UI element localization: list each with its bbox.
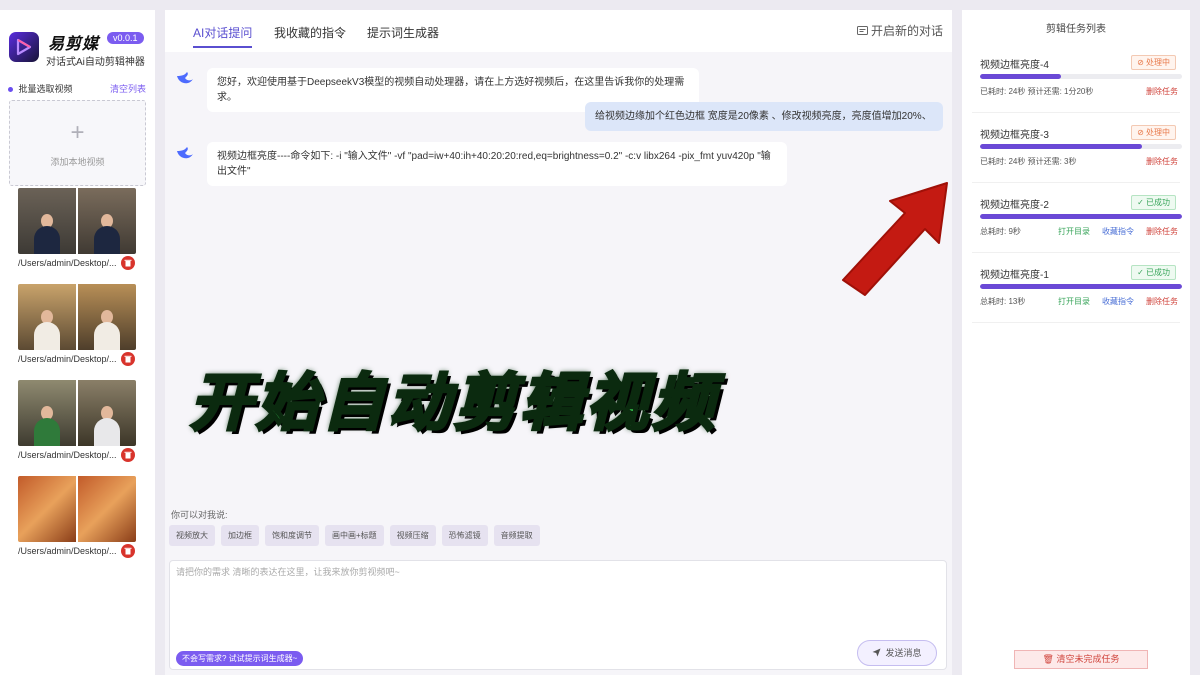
delete-video-button[interactable]	[121, 352, 135, 366]
trash-icon	[124, 259, 132, 267]
task-time: 已耗时: 24秒 预计还需: 3秒	[980, 157, 1077, 166]
overlay-caption: 开始自动剪辑视频	[188, 368, 719, 440]
task-name: 视频边框亮度-2	[980, 200, 1049, 211]
video-thumbnail[interactable]	[18, 476, 136, 542]
status-badge: ⊘ 处理中	[1131, 55, 1176, 70]
add-local-video-label: 添加本地视频	[50, 157, 105, 167]
save-command-button[interactable]: 收藏指令	[1102, 226, 1134, 237]
app-tagline: 对话式Ai自动剪辑神器	[46, 57, 145, 68]
message-input[interactable]	[170, 561, 946, 641]
trash-icon	[124, 547, 132, 555]
task-time: 总耗时: 13秒	[980, 297, 1026, 306]
new-chat-button[interactable]: 开启新的对话	[856, 22, 943, 39]
task-list-title: 剪辑任务列表	[1046, 24, 1106, 35]
suggestion-chip[interactable]: 画中画+标题	[325, 525, 384, 546]
app-logo-icon	[9, 32, 39, 62]
suggestion-chip[interactable]: 加边框	[221, 525, 259, 546]
open-folder-button[interactable]: 打开目录	[1058, 296, 1090, 307]
delete-video-button[interactable]	[121, 544, 135, 558]
delete-task-button[interactable]: 删除任务	[1146, 86, 1178, 97]
delete-task-button[interactable]: 删除任务	[1146, 156, 1178, 167]
bullet-icon	[8, 87, 13, 93]
video-path: /Users/admin/Desktop/...	[18, 450, 117, 460]
suggestion-chip[interactable]: 视频放大	[169, 525, 215, 546]
plus-icon: +	[70, 119, 85, 146]
video-item[interactable]: /Users/admin/Desktop/...	[18, 476, 148, 572]
status-badge: ⊘ 处理中	[1131, 125, 1176, 140]
save-command-button[interactable]: 收藏指令	[1102, 296, 1134, 307]
status-badge: ✓ 已成功	[1131, 195, 1176, 210]
task-item: 视频边框亮度-1 ✓ 已成功 总耗时: 13秒 打开目录 收藏指令 删除任务	[972, 258, 1182, 323]
progress-bar	[980, 74, 1182, 79]
prompt-generator-tip[interactable]: 不会写需求? 试试提示词生成器~	[176, 651, 304, 666]
suggestion-chip[interactable]: 饱和度调节	[265, 525, 319, 546]
video-path: /Users/admin/Desktop/...	[18, 258, 117, 268]
task-item: 视频边框亮度-2 ✓ 已成功 总耗时: 9秒 打开目录 收藏指令 删除任务	[972, 188, 1182, 253]
send-message-label: 发送消息	[885, 648, 922, 658]
chat-message-bot: 视频边框亮度----命令如下: -i "输入文件" -vf "pad=iw+40…	[165, 142, 945, 190]
suggestion-chip[interactable]: 音频提取	[493, 525, 540, 546]
chat-tabs: AI对话提问 我收藏的指令 提示词生成器 开启新的对话	[165, 10, 952, 52]
video-sidebar: 易剪媒 v0.0.1 对话式Ai自动剪辑神器 批量选取视频 清空列表 + 添加本…	[0, 10, 155, 675]
task-item: 视频边框亮度-4 ⊘ 处理中 已耗时: 24秒 预计还需: 1分20秒 删除任务	[972, 48, 1182, 113]
delete-task-button[interactable]: 删除任务	[1146, 226, 1178, 237]
video-path: /Users/admin/Desktop/...	[18, 354, 117, 364]
clear-unfinished-button[interactable]: 🗑 清空未完成任务	[1014, 650, 1148, 669]
video-item[interactable]: /Users/admin/Desktop/...	[18, 284, 148, 380]
chat-bubble: 视频边框亮度----命令如下: -i "输入文件" -vf "pad=iw+40…	[207, 142, 787, 186]
chat-message-user: 给视频边缘加个红色边框 宽度是20像素 、修改视频亮度，亮度值增加20%、	[585, 102, 945, 132]
batch-select-row: 批量选取视频 清空列表	[8, 82, 146, 96]
chat-bubble-user: 给视频边缘加个红色边框 宽度是20像素 、修改视频亮度，亮度值增加20%、	[585, 102, 943, 131]
message-input-area: 不会写需求? 试试提示词生成器~ 发送消息	[169, 560, 947, 670]
delete-video-button[interactable]	[121, 448, 135, 462]
tab-prompt-generator[interactable]: 提示词生成器	[367, 24, 439, 41]
task-time: 已耗时: 24秒 预计还需: 1分20秒	[980, 87, 1094, 96]
deepseek-whale-icon	[177, 72, 193, 84]
task-name: 视频边框亮度-4	[980, 60, 1049, 71]
suggestion-title: 你可以对我说:	[171, 510, 228, 520]
progress-bar	[980, 284, 1182, 289]
task-name: 视频边框亮度-3	[980, 130, 1049, 141]
tab-saved-commands[interactable]: 我收藏的指令	[274, 24, 346, 41]
send-message-button[interactable]: 发送消息	[857, 640, 937, 666]
task-item: 视频边框亮度-3 ⊘ 处理中 已耗时: 24秒 预计还需: 3秒 删除任务	[972, 118, 1182, 183]
suggestion-chip[interactable]: 视频压缩	[389, 525, 436, 546]
task-name: 视频边框亮度-1	[980, 270, 1049, 281]
task-time: 总耗时: 9秒	[980, 227, 1021, 236]
progress-bar	[980, 214, 1182, 219]
app-name: 易剪媒	[48, 36, 100, 53]
trash-icon	[124, 355, 132, 363]
chat-panel: AI对话提问 我收藏的指令 提示词生成器 开启新的对话 您好，欢迎使用基于Dee…	[165, 10, 952, 675]
suggestion-chips: 视频放大 加边框 饱和度调节 画中画+标题 视频压缩 恐怖滤镜 音频提取	[169, 525, 540, 546]
add-local-video-button[interactable]: + 添加本地视频	[9, 100, 146, 186]
batch-select-button[interactable]: 批量选取视频	[19, 84, 73, 94]
deepseek-whale-icon	[177, 147, 193, 159]
suggestion-chip[interactable]: 恐怖滤镜	[441, 525, 488, 546]
send-icon	[872, 648, 881, 657]
video-item[interactable]: /Users/admin/Desktop/...	[18, 380, 148, 476]
video-thumbnail[interactable]	[18, 284, 136, 350]
video-list: /Users/admin/Desktop/... /Users/admin/De…	[18, 188, 148, 572]
video-thumbnail[interactable]	[18, 188, 136, 254]
new-chat-label: 开启新的对话	[870, 24, 943, 38]
chat-message-bot: 您好，欢迎使用基于DeepseekV3模型的视频自动处理器，请在上方选好视频后，…	[165, 68, 945, 112]
brand: 易剪媒 v0.0.1 对话式Ai自动剪辑神器	[9, 28, 149, 68]
trash-icon	[124, 451, 132, 459]
video-path: /Users/admin/Desktop/...	[18, 546, 117, 556]
tab-ai-chat[interactable]: AI对话提问	[193, 24, 253, 48]
video-thumbnail[interactable]	[18, 380, 136, 446]
clear-list-button[interactable]: 清空列表	[110, 82, 146, 95]
video-item[interactable]: /Users/admin/Desktop/...	[18, 188, 148, 284]
delete-task-button[interactable]: 删除任务	[1146, 296, 1178, 307]
clear-unfinished-label: 清空未完成任务	[1056, 654, 1120, 664]
trash-icon: 🗑	[1042, 654, 1054, 664]
task-panel: 剪辑任务列表 视频边框亮度-4 ⊘ 处理中 已耗时: 24秒 预计还需: 1分2…	[962, 10, 1190, 675]
red-arrow-icon	[842, 182, 948, 296]
version-badge: v0.0.1	[107, 32, 144, 44]
chat-icon	[856, 26, 868, 35]
status-badge: ✓ 已成功	[1131, 265, 1176, 280]
delete-video-button[interactable]	[121, 256, 135, 270]
progress-bar	[980, 144, 1182, 149]
open-folder-button[interactable]: 打开目录	[1058, 226, 1090, 237]
